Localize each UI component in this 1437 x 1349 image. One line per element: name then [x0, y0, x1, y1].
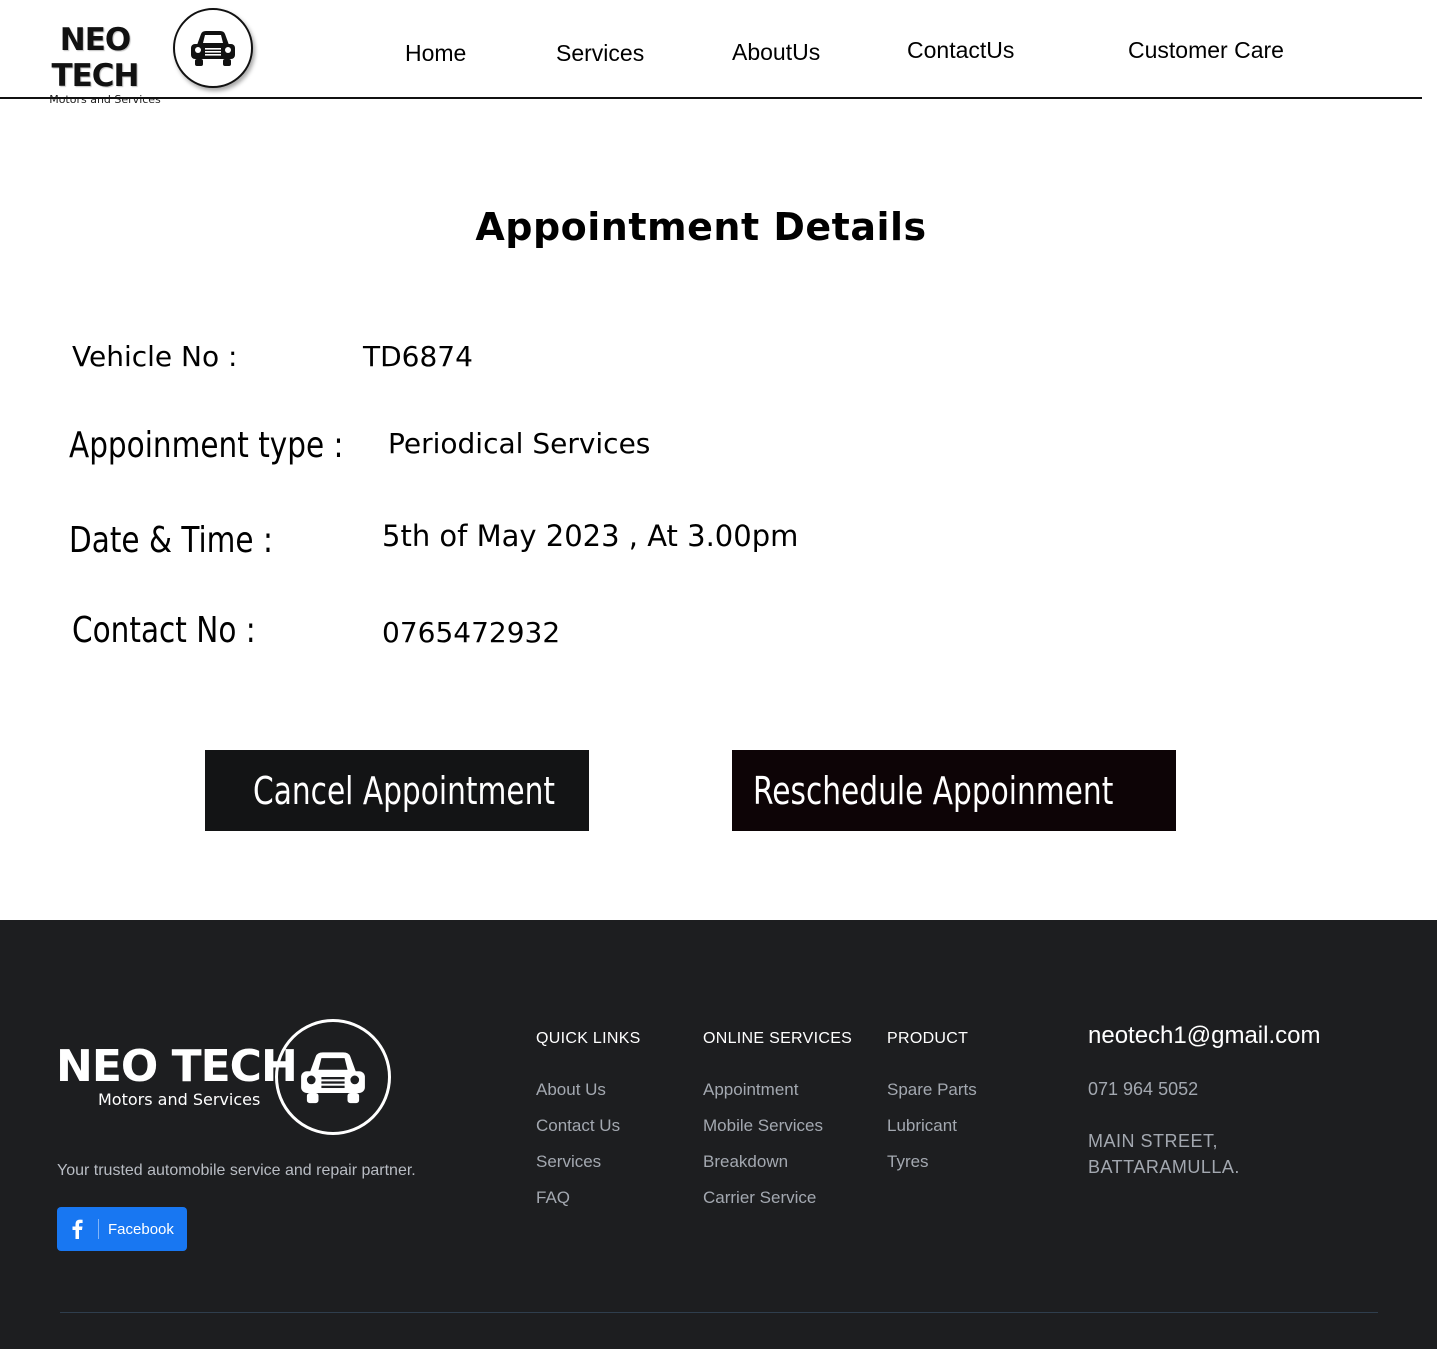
- footer-link-contact-us[interactable]: Contact Us: [536, 1116, 620, 1136]
- contact-no-label: Contact No :: [72, 610, 256, 651]
- contact-no-value: 0765472932: [382, 616, 561, 649]
- brand-name: NEO TECH: [51, 22, 139, 94]
- quick-links-heading: QUICK LINKS: [536, 1030, 641, 1047]
- nav-contact-us[interactable]: ContactUs: [907, 37, 1014, 64]
- footer-link-about-us[interactable]: About Us: [536, 1080, 606, 1100]
- footer-link-spare-parts[interactable]: Spare Parts: [887, 1080, 977, 1100]
- facebook-icon: [57, 1219, 99, 1239]
- car-icon[interactable]: [173, 8, 253, 88]
- page-title: Appointment Details: [475, 205, 927, 249]
- footer-link-lubricant[interactable]: Lubricant: [887, 1116, 957, 1136]
- reschedule-appointment-label: Reschedule Appoinment: [753, 768, 1114, 813]
- footer-email[interactable]: neotech1@gmail.com: [1088, 1022, 1320, 1050]
- reschedule-appointment-button[interactable]: Reschedule Appoinment: [732, 750, 1176, 831]
- appointment-type-value: Periodical Services: [388, 427, 651, 460]
- appointment-type-label: Appoinment type :: [69, 425, 344, 466]
- footer-brand-tagline: Motors and Services: [98, 1090, 261, 1109]
- footer-link-appointment[interactable]: Appointment: [703, 1080, 798, 1100]
- site-footer: NEO TECH Motors and Services Your truste…: [0, 920, 1437, 1349]
- footer-address-line2: BATTARAMULLA.: [1088, 1157, 1240, 1177]
- vehicle-no-value: TD6874: [363, 340, 473, 373]
- nav-services[interactable]: Services: [556, 40, 644, 67]
- facebook-label: Facebook: [108, 1220, 174, 1238]
- footer-phone: 071 964 5052: [1088, 1079, 1199, 1099]
- nav-about-us[interactable]: AboutUs: [732, 39, 820, 66]
- brand-logo[interactable]: NEO TECH Motors and Services: [20, 22, 170, 106]
- cancel-appointment-button[interactable]: Cancel Appointment: [205, 750, 589, 831]
- online-services-heading: ONLINE SERVICES: [703, 1030, 853, 1047]
- footer-address-line1: MAIN STREET,: [1088, 1131, 1219, 1151]
- footer-link-carrier-service[interactable]: Carrier Service: [703, 1188, 816, 1208]
- footer-brand-name: NEO TECH: [56, 1041, 298, 1092]
- nav-home[interactable]: Home: [405, 40, 466, 67]
- nav-customer-care[interactable]: Customer Care: [1128, 37, 1284, 64]
- footer-link-tyres[interactable]: Tyres: [887, 1152, 929, 1172]
- footer-description: Your trusted automobile service and repa…: [57, 1162, 416, 1179]
- product-heading: PRODUCT: [887, 1030, 969, 1047]
- site-header: NEO TECH Motors and Services Home Servic…: [0, 0, 1437, 106]
- footer-link-services[interactable]: Services: [536, 1152, 601, 1172]
- cancel-appointment-label: Cancel Appointment: [253, 768, 556, 813]
- date-time-value: 5th of May 2023 , At 3.00pm: [382, 519, 799, 553]
- vehicle-no-label: Vehicle No :: [72, 340, 238, 373]
- header-divider: [0, 97, 1422, 99]
- facebook-button[interactable]: Facebook: [57, 1207, 187, 1251]
- brand-tagline: Motors and Services: [49, 93, 161, 106]
- footer-link-faq[interactable]: FAQ: [536, 1188, 570, 1208]
- footer-link-mobile-services[interactable]: Mobile Services: [703, 1116, 823, 1136]
- car-icon: [275, 1019, 391, 1135]
- date-time-label: Date & Time :: [69, 520, 273, 561]
- footer-link-breakdown[interactable]: Breakdown: [703, 1152, 788, 1172]
- footer-divider: [60, 1312, 1378, 1313]
